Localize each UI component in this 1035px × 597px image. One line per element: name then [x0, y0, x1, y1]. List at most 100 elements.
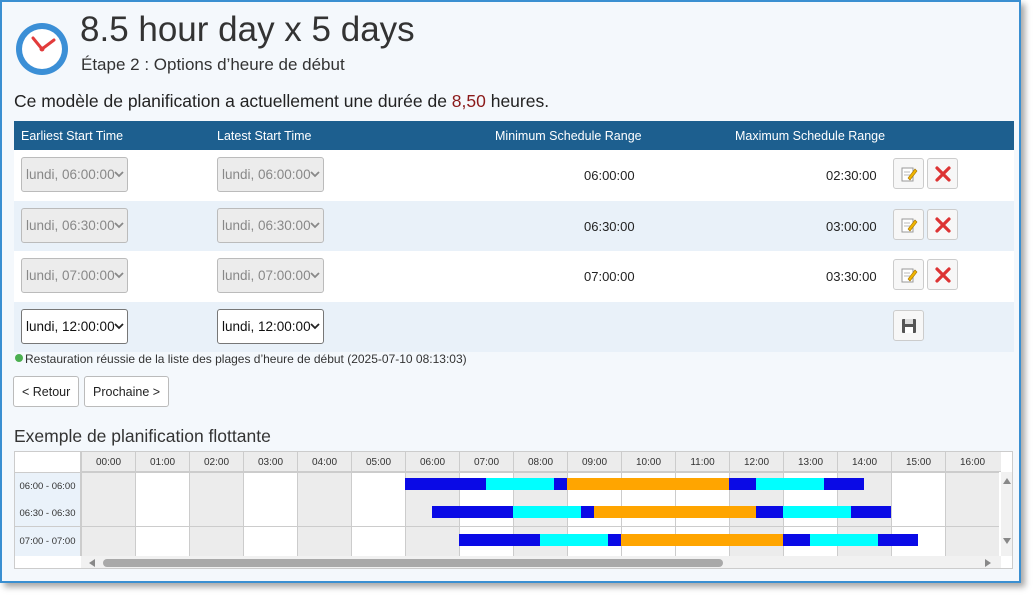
scroll-thumb[interactable] [103, 559, 723, 567]
select-value: lundi, 07:00:00 [26, 268, 115, 283]
latest-start-select[interactable]: lundi, 07:00:00 [217, 258, 324, 293]
grid-cell [405, 526, 459, 556]
hour-column-label: 06:00 [405, 452, 459, 472]
vertical-scrollbar[interactable] [1001, 472, 1012, 556]
delete-button[interactable] [927, 208, 958, 240]
row-label: 06:30 - 06:30 [15, 499, 81, 526]
new-earliest-start-select[interactable]: lundi, 12:00:00 [21, 308, 128, 344]
delete-icon [935, 166, 951, 182]
edit-button[interactable] [893, 208, 924, 240]
schedule-bar-segment [823, 478, 864, 490]
earliest-start-select[interactable]: lundi, 07:00:00 [21, 258, 128, 293]
example-title: Exemple de planification flottante [14, 426, 271, 446]
latest-start-select[interactable]: lundi, 06:00:00 [217, 157, 324, 192]
delete-icon [935, 216, 951, 233]
grid-cell [189, 472, 243, 526]
min-range-value: 06:00:00 [584, 168, 635, 183]
select-value: lundi, 07:00:00 [222, 268, 311, 283]
schedule-bar-segment [486, 478, 554, 490]
table-row: lundi, 07:00:00 lundi, 07:00:00 07:00:00… [14, 251, 1014, 302]
schedule-bar-segment [877, 534, 918, 546]
duration-value: 8,50 [451, 91, 486, 111]
schedule-bar-segment [783, 534, 810, 546]
scroll-left-icon[interactable] [89, 559, 95, 567]
edit-button[interactable] [893, 158, 924, 189]
grid-cell [243, 526, 297, 556]
delete-icon [935, 267, 951, 283]
select-value: lundi, 06:00:00 [26, 167, 115, 182]
hour-header: 00:00 01:00 02:00 03:00 04:00 05:00 06:00 07:00… [81, 452, 1001, 472]
chevron-down-icon [310, 272, 320, 279]
scroll-right-icon[interactable] [985, 559, 991, 567]
grid-cell [945, 526, 999, 556]
col-latest-start: Latest Start Time [217, 129, 312, 143]
grid-cell [81, 526, 135, 556]
grid-cell [135, 472, 189, 526]
window-frame: 8.5 hour day x 5 days Étape 2 : Options … [0, 0, 1021, 583]
select-value: lundi, 06:30:00 [222, 217, 311, 233]
hour-column-label: 05:00 [351, 452, 405, 472]
schedule-bar-segment [540, 534, 608, 546]
duration-prefix: Ce modèle de planification a actuellemen… [14, 91, 452, 111]
floppy-disk-icon [902, 318, 916, 333]
page-subtitle: Étape 2 : Options d’heure de début [81, 55, 345, 74]
chevron-down-icon [114, 322, 124, 329]
col-earliest-start: Earliest Start Time [21, 129, 124, 143]
edit-button[interactable] [893, 259, 924, 290]
min-range-value: 07:00:00 [584, 269, 635, 284]
clock-icon [16, 23, 68, 75]
select-value: lundi, 06:30:00 [26, 217, 115, 233]
chevron-down-icon [310, 221, 320, 228]
new-latest-start-select[interactable]: lundi, 12:00:00 [217, 308, 324, 344]
schedule-bar-segment [729, 478, 756, 490]
scroll-down-icon[interactable] [1003, 538, 1011, 544]
schedule-bar-segment [405, 478, 486, 490]
max-range-value: 02:30:00 [826, 168, 877, 183]
schedule-bar-segment [580, 506, 594, 518]
hour-column-label: 13:00 [783, 452, 837, 472]
max-range-value: 03:30:00 [826, 269, 877, 284]
page-title: 8.5 hour day x 5 days [80, 10, 415, 49]
delete-button[interactable] [927, 158, 958, 189]
hour-column-label: 16:00 [945, 452, 999, 472]
chevron-down-icon [114, 272, 124, 279]
earliest-start-select[interactable]: lundi, 06:00:00 [21, 157, 128, 192]
grid-cell [297, 472, 351, 526]
grid-cell [297, 526, 351, 556]
back-button[interactable]: < Retour [13, 376, 80, 407]
col-max-range: Maximum Schedule Range [735, 129, 886, 143]
hour-column-label: 02:00 [189, 452, 243, 472]
horizontal-scrollbar[interactable] [81, 556, 1001, 568]
schedule-bar-segment [621, 534, 783, 546]
schedule-bar-segment [850, 506, 891, 518]
row-label: 06:00 - 06:00 [15, 472, 81, 499]
hour-column-label: 08:00 [513, 452, 567, 472]
min-range-value: 06:30:00 [584, 218, 635, 234]
schedule-bar-segment [567, 478, 729, 490]
success-dot-icon [15, 354, 23, 362]
grid-cell [189, 526, 243, 556]
schedule-bar-segment [756, 506, 783, 518]
save-button[interactable] [893, 309, 924, 341]
select-value: lundi, 06:00:00 [222, 167, 311, 182]
schedule-grid: 00:00 01:00 02:00 03:00 04:00 05:00 06:00 07:00… [14, 451, 1013, 569]
schedule-bar-segment [783, 506, 851, 518]
hour-column-label: 11:00 [675, 452, 729, 472]
schedule-bar-segment [756, 478, 824, 490]
latest-start-select[interactable]: lundi, 06:30:00 [217, 207, 324, 243]
schedule-bar-segment [459, 534, 540, 546]
select-value: lundi, 12:00:00 [26, 318, 115, 334]
hour-column-label: 03:00 [243, 452, 297, 472]
earliest-start-select[interactable]: lundi, 06:30:00 [21, 207, 128, 243]
delete-button[interactable] [927, 259, 958, 290]
table-header: Earliest Start Time Latest Start Time Mi… [14, 121, 1014, 150]
schedule-bar-segment [513, 506, 581, 518]
hour-column-label: 09:00 [567, 452, 621, 472]
grid-cell [81, 472, 135, 526]
scroll-up-icon[interactable] [1003, 478, 1011, 484]
table-row: lundi, 06:30:00 lundi, 06:30:00 06:30:00… [14, 200, 1014, 251]
next-button[interactable]: Prochaine > [84, 376, 170, 407]
schedule-bar-segment [810, 534, 878, 546]
hour-column-label: 01:00 [135, 452, 189, 472]
schedule-bar-segment [553, 478, 567, 490]
